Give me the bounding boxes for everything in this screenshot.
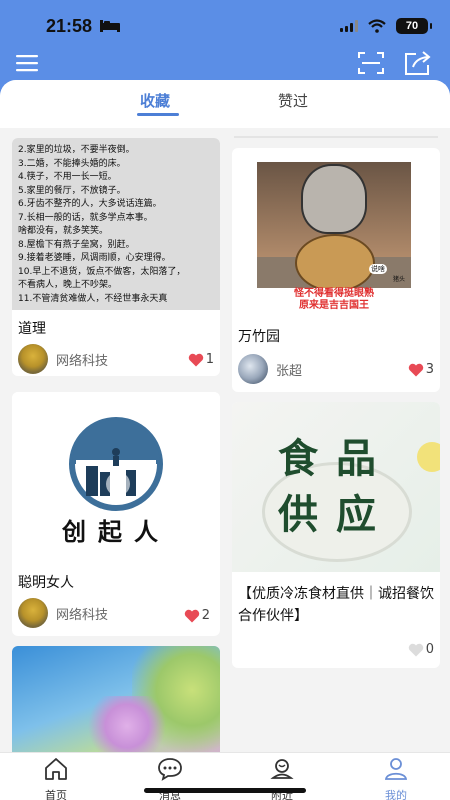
like-count[interactable]: 1: [188, 352, 214, 367]
like-number: 3: [425, 362, 434, 377]
home-icon: [45, 758, 67, 780]
signal-icon: [340, 20, 358, 32]
message-icon: [158, 758, 182, 781]
nav-label: 我的: [385, 790, 407, 800]
text-line: 4.筷子，不用一长一短。: [18, 172, 117, 182]
home-indicator: [144, 788, 306, 793]
card-image-logo: 创起人: [12, 392, 220, 564]
landscape-flowers: [82, 696, 172, 752]
card-author: 网络科技: [18, 598, 108, 628]
sleep-mode-icon: [100, 20, 120, 32]
card-image-food: 食品 供应: [232, 402, 440, 572]
card-image-text: 2.家里的垃圾，不要半夜倒。 3.二婚，不能捧头婚的床。 4.筷子，不用一长一短…: [12, 138, 220, 310]
active-tab-underline: [137, 113, 179, 116]
text-line: 5.家里的餐厅，不放镜子。: [18, 185, 126, 196]
card-daoli[interactable]: 2.家里的垃圾，不要半夜倒。 3.二婚，不能捧头婚的床。 4.筷子，不用一长一短…: [12, 138, 220, 376]
heart-outline-icon: [408, 643, 423, 656]
meme-monkey: [295, 234, 375, 292]
like-number: 2: [201, 608, 210, 623]
sticker-bubble: 说啥: [369, 264, 387, 274]
status-time: 21:58: [46, 16, 93, 36]
scan-icon[interactable]: [358, 51, 384, 75]
card-title: 道理: [18, 320, 46, 336]
card-congming-nvren[interactable]: 创起人 聪明女人 网络科技 2: [12, 392, 220, 636]
food-text-line-1: 食品: [278, 436, 394, 482]
logo-text: 创起人: [62, 518, 170, 546]
text-line: 8.屋檐下有燕子垒窝，别赶。: [18, 239, 135, 250]
card-author: 张超: [238, 354, 302, 384]
battery-indicator: 70: [396, 18, 432, 34]
text-line: 不看病人，晚上不吵架。: [18, 280, 118, 290]
heart-icon: [408, 363, 423, 376]
content-panel: 收藏 赞过 2.家里的垃圾，不要半夜倒。 3.二婚，不能捧头婚的床。 4.筷子，…: [0, 80, 450, 752]
heart-icon: [184, 609, 199, 622]
avatar: [18, 598, 48, 628]
card-author: 网络科技: [18, 344, 108, 374]
nearby-icon: [270, 759, 294, 779]
wifi-icon: [368, 19, 386, 33]
nav-home[interactable]: 首页: [26, 757, 86, 800]
avatar: [238, 354, 268, 384]
heart-icon: [188, 353, 203, 366]
like-count[interactable]: 3: [408, 362, 434, 377]
nav-profile[interactable]: 我的: [366, 757, 426, 800]
card-landscape[interactable]: [12, 646, 220, 752]
card-image-meme: 怪不得看得挺眼熟 原来是吉吉国王 说啥 猪头: [257, 162, 411, 314]
tabs-bar: 收藏 赞过: [0, 80, 450, 128]
profile-icon: [384, 758, 408, 780]
author-name: 网络科技: [56, 353, 109, 369]
tab-favorites[interactable]: 收藏: [140, 90, 170, 111]
like-number: 1: [205, 352, 214, 367]
text-line: 10.早上不退货，饭点不做客，太阳落了，: [18, 266, 186, 277]
text-line: 3.二婚，不能捧头婚的床。: [18, 158, 126, 169]
top-bar: [0, 48, 450, 80]
text-line: 11.不管清贫难做人，不经世事永天真: [18, 293, 168, 304]
text-line: 2.家里的垃圾，不要半夜倒。: [18, 145, 135, 155]
card-title: 万竹园: [238, 328, 280, 344]
food-text-line-2: 供应: [278, 492, 394, 538]
author-name: 张超: [276, 363, 303, 379]
card-title-long: 【优质冷冻食材直供｜诚招餐饮合作伙伴】: [238, 585, 434, 623]
card-wanzhuyuan[interactable]: 怪不得看得挺眼熟 原来是吉吉国王 说啥 猪头 万竹园 张超 3: [232, 148, 440, 392]
caption-line-2: 原来是吉吉国王: [299, 300, 369, 311]
text-line: 啥都没有，就多笑笑。: [18, 226, 109, 236]
like-number: 0: [425, 642, 434, 657]
status-bar: 21:58 70: [0, 0, 450, 50]
nav-messages[interactable]: 消息: [140, 757, 200, 800]
card-title: 聪明女人: [18, 574, 74, 590]
like-count[interactable]: 2: [184, 608, 210, 623]
text-line: 9.接着老婆睡，风调雨顺，心安理得。: [18, 253, 171, 263]
share-icon[interactable]: [404, 50, 432, 76]
meme-caption: 怪不得看得挺眼熟 原来是吉吉国王: [257, 288, 411, 314]
logo-icon: [69, 417, 163, 511]
avatar: [18, 344, 48, 374]
author-name: 网络科技: [56, 607, 109, 623]
tab-liked[interactable]: 赞过: [278, 90, 308, 111]
menu-icon[interactable]: [16, 54, 38, 72]
nav-nearby[interactable]: 附近: [252, 757, 312, 800]
caption-line-1: 怪不得看得挺眼熟: [294, 288, 374, 299]
text-line: 6.牙齿不整齐的人，大多说话连篇。: [18, 199, 162, 209]
meme-face: [301, 164, 367, 234]
text-line: 7.长相一般的话，就多学点本事。: [18, 212, 153, 223]
nav-label: 首页: [45, 790, 67, 800]
sticker-label: 猪头: [393, 276, 406, 283]
card-food-supply[interactable]: 食品 供应 【优质冷冻食材直供｜诚招餐饮合作伙伴】 0: [232, 402, 440, 668]
like-count[interactable]: 0: [408, 642, 434, 657]
card-divider: [234, 136, 438, 138]
